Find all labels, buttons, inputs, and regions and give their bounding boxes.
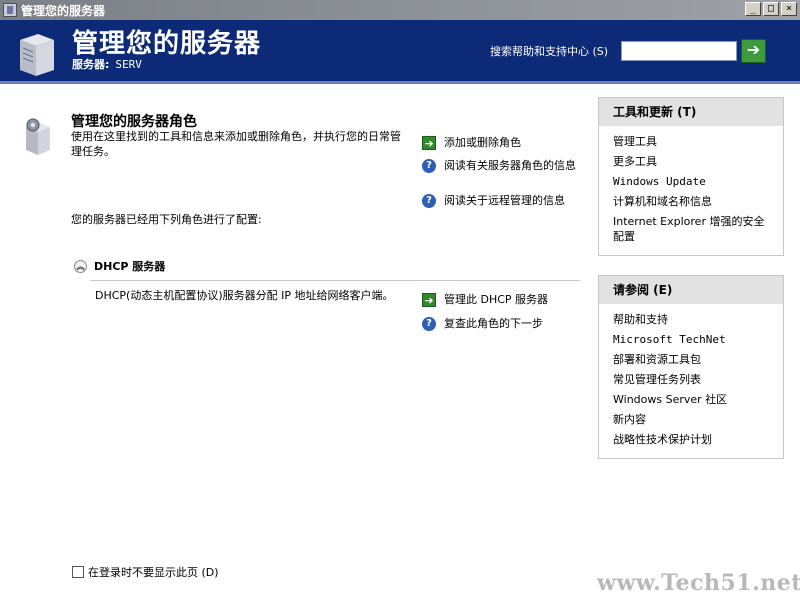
roles-title: 管理您的服务器角色 (71, 114, 197, 130)
roles-description: 使用在这里找到的工具和信息来添加或删除角色，并执行您的日常管理任务。 (71, 130, 401, 158)
role-description: DHCP(动态主机配置协议)服务器分配 IP 地址给网络客户端。 (95, 289, 394, 302)
see-also-link[interactable]: 新内容 (613, 412, 775, 427)
dont-show-checkbox[interactable] (72, 566, 84, 578)
dhcp-role-header[interactable]: ︽ DHCP 服务器 (74, 258, 165, 274)
configured-roles-text: 您的服务器已经用下列角色进行了配置: (71, 213, 262, 226)
search-input[interactable] (621, 41, 737, 61)
add-remove-roles-link[interactable]: ➔ 添加或删除角色 (422, 136, 582, 150)
server-icon (20, 34, 54, 76)
tools-panel-title: 工具和更新 (T) (599, 98, 783, 126)
search-go-button[interactable]: ➔ (741, 39, 766, 63)
help-icon: ? (422, 159, 436, 173)
minimize-button[interactable]: _ (745, 2, 761, 16)
dont-show-option[interactable]: 在登录时不要显示此页 (D) (72, 564, 219, 580)
page-heading: 管理您的服务器 (72, 29, 262, 59)
title-bar: 管理您的服务器 _ □ × (0, 0, 800, 20)
see-also-link[interactable]: 帮助和支持 (613, 312, 775, 327)
tools-link[interactable]: Internet Explorer 增强的安全配置 (613, 214, 775, 244)
manage-dhcp-link[interactable]: ➔ 管理此 DHCP 服务器 (422, 293, 582, 307)
action-label[interactable]: 阅读有关服务器角色的信息 (444, 159, 576, 173)
maximize-button[interactable]: □ (763, 2, 779, 16)
see-also-panel: 请参阅 (E) 帮助和支持 Microsoft TechNet 部署和资源工具包… (598, 275, 784, 459)
help-icon: ? (422, 317, 436, 331)
tools-link[interactable]: Windows Update (613, 174, 775, 189)
see-also-link[interactable]: Windows Server 社区 (613, 392, 775, 407)
tools-panel: 工具和更新 (T) 管理工具 更多工具 Windows Update 计算机和域… (598, 97, 784, 256)
action-label[interactable]: 阅读关于远程管理的信息 (444, 194, 565, 208)
role-divider (90, 280, 580, 281)
server-roles-icon (26, 118, 50, 155)
help-icon: ? (422, 194, 436, 208)
review-next-steps-link[interactable]: ? 复查此角色的下一步 (422, 317, 582, 331)
read-roles-info-link[interactable]: ? 阅读有关服务器角色的信息 (422, 159, 582, 173)
collapse-icon[interactable]: ︽ (74, 259, 87, 273)
tools-link[interactable]: 计算机和域名称信息 (613, 194, 775, 209)
action-label[interactable]: 复查此角色的下一步 (444, 317, 543, 331)
close-button[interactable]: × (781, 2, 797, 16)
see-also-link[interactable]: 战略性技术保护计划 (613, 432, 775, 447)
see-also-link[interactable]: Microsoft TechNet (613, 332, 775, 347)
arrow-icon: ➔ (422, 136, 436, 150)
window-title: 管理您的服务器 (21, 3, 106, 18)
watermark: www.Tech51.net (597, 570, 800, 596)
server-name: SERV (115, 58, 142, 71)
see-also-link[interactable]: 常见管理任务列表 (613, 372, 775, 387)
header-banner: 管理您的服务器 服务器: SERV 搜索帮助和支持中心 (S) ➔ (0, 20, 800, 84)
see-also-link[interactable]: 部署和资源工具包 (613, 352, 775, 367)
arrow-icon: ➔ (422, 293, 436, 307)
action-label[interactable]: 添加或删除角色 (444, 136, 521, 150)
role-name: DHCP 服务器 (94, 260, 166, 273)
server-label: 服务器: (72, 58, 110, 71)
server-name-line: 服务器: SERV (72, 56, 142, 72)
window-controls: _ □ × (745, 2, 797, 16)
tools-link[interactable]: 管理工具 (613, 134, 775, 149)
read-remote-admin-link[interactable]: ? 阅读关于远程管理的信息 (422, 194, 587, 208)
dont-show-label[interactable]: 在登录时不要显示此页 (D) (88, 564, 219, 580)
see-also-panel-title: 请参阅 (E) (599, 276, 783, 304)
action-label[interactable]: 管理此 DHCP 服务器 (444, 293, 548, 307)
tools-link[interactable]: 更多工具 (613, 154, 775, 169)
search-label: 搜索帮助和支持中心 (S) (490, 45, 609, 58)
server-app-icon (3, 3, 17, 17)
